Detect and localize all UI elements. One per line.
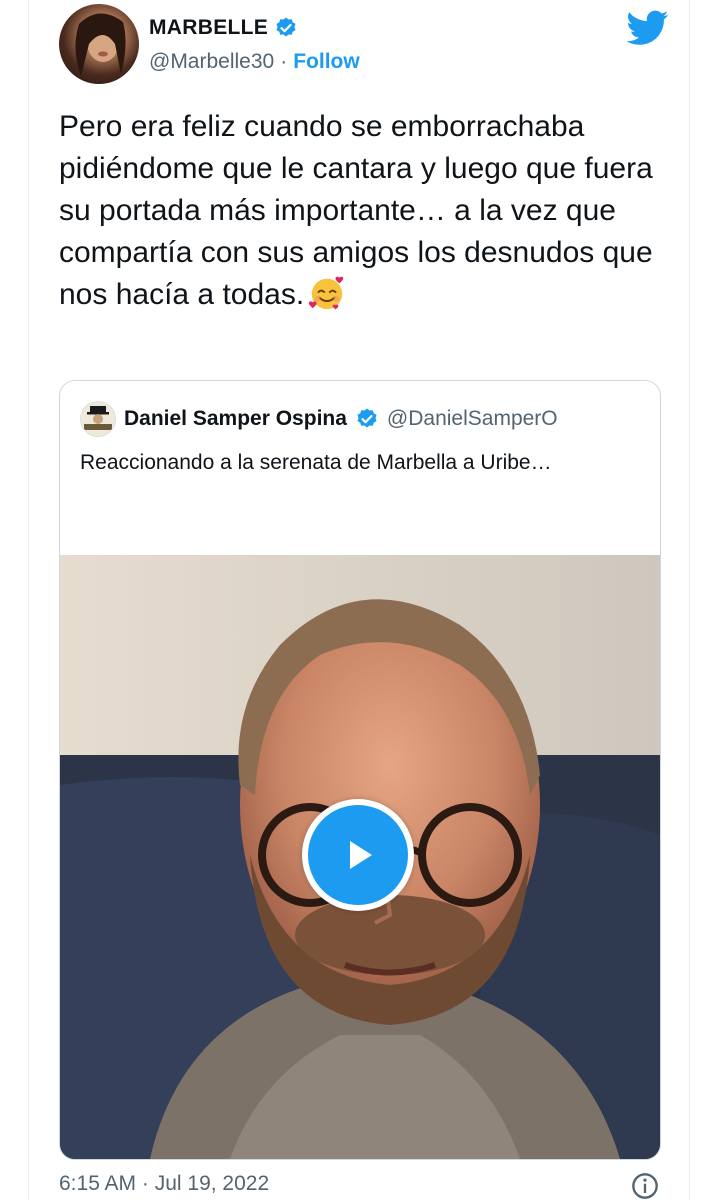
tweet-text: Pero era feliz cuando se emborrachaba pi… (59, 106, 659, 316)
play-button[interactable] (302, 799, 414, 911)
tweet-header: MARBELLE @Marbelle30 · Follow (59, 4, 669, 88)
author-name-row: MARBELLE (149, 16, 298, 40)
author-avatar[interactable] (59, 4, 139, 84)
quoted-verified-badge-icon (357, 408, 377, 428)
author-handle-row: @Marbelle30 · Follow (149, 50, 360, 74)
separator-dot: · (280, 50, 288, 73)
quoted-author-name[interactable]: Daniel Samper Ospina (124, 407, 347, 431)
tweet-card: MARBELLE @Marbelle30 · Follow Pero era f… (28, 0, 690, 1200)
quoted-text: Reaccionando a la serenata de Marbella a… (80, 451, 552, 474)
quoted-author-handle[interactable]: @DanielSamperO (387, 407, 558, 431)
twitter-bird-icon[interactable] (627, 10, 669, 46)
info-icon[interactable] (631, 1172, 659, 1200)
tweet-body: Pero era feliz cuando se emborrachaba pi… (59, 110, 653, 311)
video-thumbnail[interactable] (60, 555, 660, 1159)
play-icon (308, 805, 408, 905)
quoted-tweet[interactable]: Daniel Samper Ospina @DanielSamperO Reac… (59, 380, 661, 1160)
author-handle[interactable]: @Marbelle30 (149, 50, 274, 74)
follow-button[interactable]: Follow (293, 50, 360, 74)
author-name[interactable]: MARBELLE (149, 16, 268, 40)
quoted-header: Daniel Samper Ospina @DanielSamperO (80, 401, 558, 437)
quoted-avatar[interactable] (80, 401, 116, 437)
tweet-timestamp[interactable]: 6:15 AM · Jul 19, 2022 (59, 1172, 269, 1196)
smiling-face-with-hearts-icon (309, 276, 344, 310)
verified-badge-icon (276, 17, 296, 37)
